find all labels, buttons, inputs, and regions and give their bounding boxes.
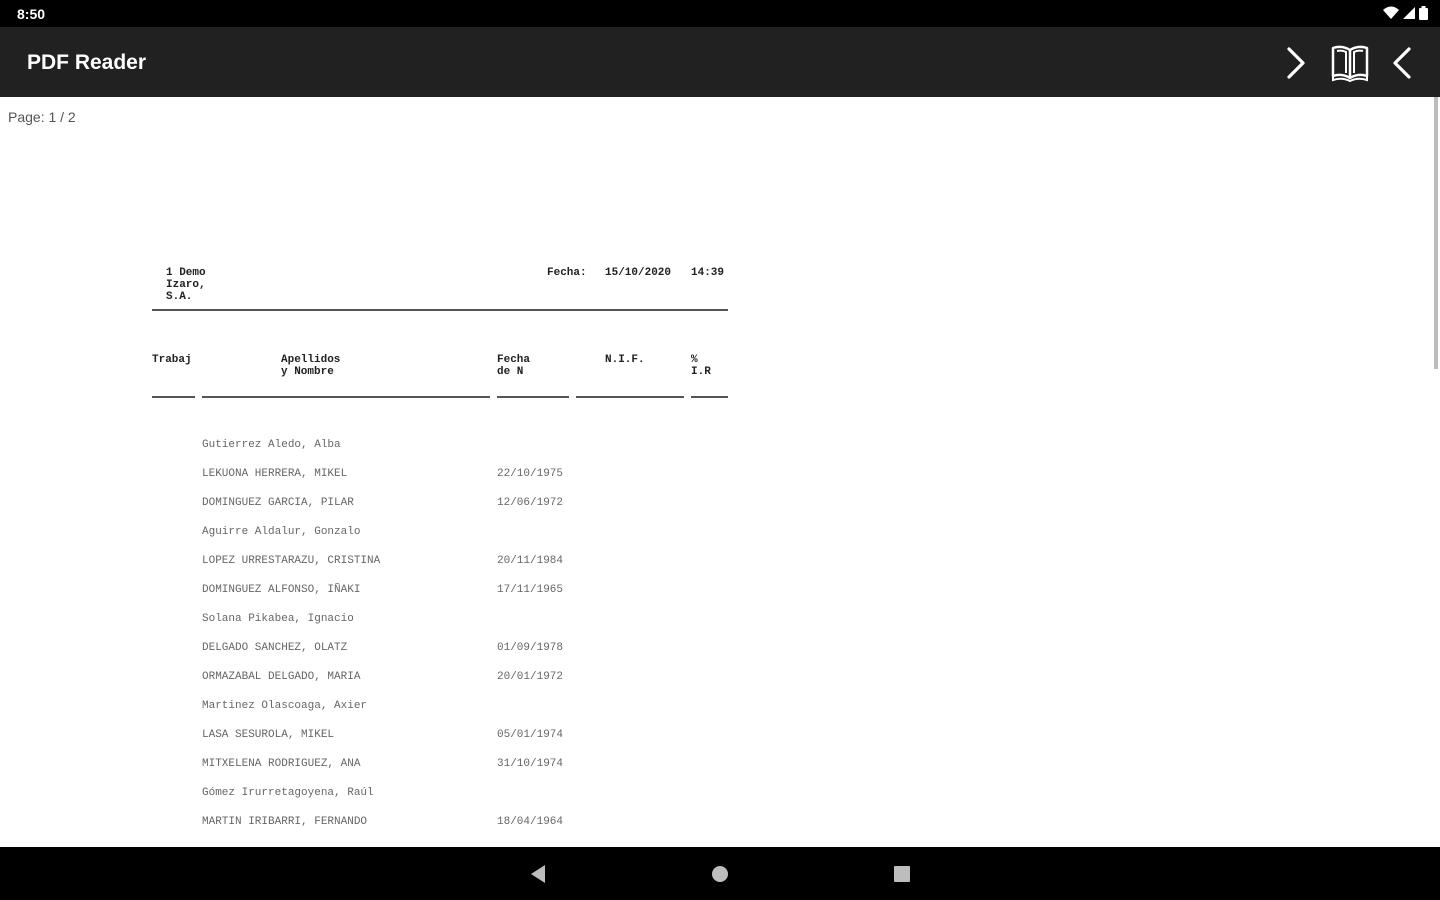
app-bar: PDF Reader — [0, 27, 1440, 97]
back-triangle-icon — [531, 865, 545, 883]
row-name: Gutierrez Aledo, Alba — [202, 439, 341, 451]
recents-button[interactable] — [889, 861, 915, 887]
report-time: 14:39 — [691, 267, 725, 279]
header-divider — [152, 309, 728, 311]
column-underline — [202, 396, 490, 398]
column-header: Fecha de N — [497, 354, 531, 378]
date-label: Fecha: — [547, 267, 587, 279]
row-birthdate: 20/11/1984 — [497, 555, 564, 567]
wifi-icon — [1383, 6, 1399, 19]
page-indicator: Page: 1 / 2 — [8, 109, 76, 125]
status-time: 8:50 — [17, 6, 46, 22]
navigation-bar — [0, 847, 1440, 900]
row-birthdate: 18/04/1964 — [497, 816, 564, 828]
row-name: Martinez Olascoaga, Axier — [202, 700, 368, 712]
open-book-button[interactable] — [1328, 41, 1372, 85]
row-name: DOMINGUEZ ALFONSO, IÑAKI — [202, 584, 361, 596]
home-button[interactable] — [707, 861, 733, 887]
row-birthdate: 17/11/1965 — [497, 584, 564, 596]
battery-icon — [1419, 6, 1428, 20]
chevron-right-icon — [1287, 47, 1305, 79]
row-name: Gómez Irurretagoyena, Raúl — [202, 787, 374, 799]
column-header: % I.R — [691, 354, 711, 378]
row-birthdate: 20/01/1972 — [497, 671, 564, 683]
chevron-left-icon — [1393, 47, 1411, 79]
cellular-signal-icon — [1403, 7, 1415, 19]
previous-page-button[interactable] — [1381, 41, 1425, 85]
row-name: Solana Pikabea, Ignacio — [202, 613, 354, 625]
report-date: 15/10/2020 — [605, 267, 672, 279]
pdf-viewer[interactable]: Page: 1 / 2 1 Demo Izaro, S.A. Fecha: 15… — [0, 97, 1440, 847]
scrollbar[interactable] — [1434, 97, 1438, 369]
back-button[interactable] — [525, 861, 551, 887]
row-name: LEKUONA HERRERA, MIKEL — [202, 468, 348, 480]
column-header: Trabaj — [152, 354, 192, 366]
status-bar: 8:50 — [0, 0, 1440, 27]
next-page-button[interactable] — [1273, 41, 1317, 85]
status-icons — [1383, 6, 1428, 20]
column-underline — [576, 396, 684, 398]
recents-square-icon — [894, 866, 910, 882]
row-birthdate: 05/01/1974 — [497, 729, 564, 741]
book-icon — [1331, 45, 1369, 82]
home-circle-icon — [712, 866, 728, 882]
row-birthdate: 22/10/1975 — [497, 468, 564, 480]
row-birthdate: 12/06/1972 — [497, 497, 564, 509]
row-name: MITXELENA RODRIGUEZ, ANA — [202, 758, 361, 770]
row-name: MARTIN IRIBARRI, FERNANDO — [202, 816, 368, 828]
row-birthdate: 31/10/1974 — [497, 758, 564, 770]
row-name: DOMINGUEZ GARCIA, PILAR — [202, 497, 354, 509]
row-name: ORMAZABAL DELGADO, MARIA — [202, 671, 361, 683]
column-underline — [152, 396, 195, 398]
row-name: LASA SESUROLA, MIKEL — [202, 729, 335, 741]
column-underline — [691, 396, 728, 398]
row-name: LOPEZ URRESTARAZU, CRISTINA — [202, 555, 381, 567]
column-header: N.I.F. — [605, 354, 645, 366]
row-birthdate: 01/09/1978 — [497, 642, 564, 654]
row-name: DELGADO SANCHEZ, OLATZ — [202, 642, 348, 654]
company-name: 1 Demo Izaro, S.A. — [166, 267, 206, 303]
app-title: PDF Reader — [27, 51, 147, 74]
column-underline — [497, 396, 569, 398]
column-header: Apellidos y Nombre — [281, 354, 341, 378]
row-name: Aguirre Aldalur, Gonzalo — [202, 526, 361, 538]
